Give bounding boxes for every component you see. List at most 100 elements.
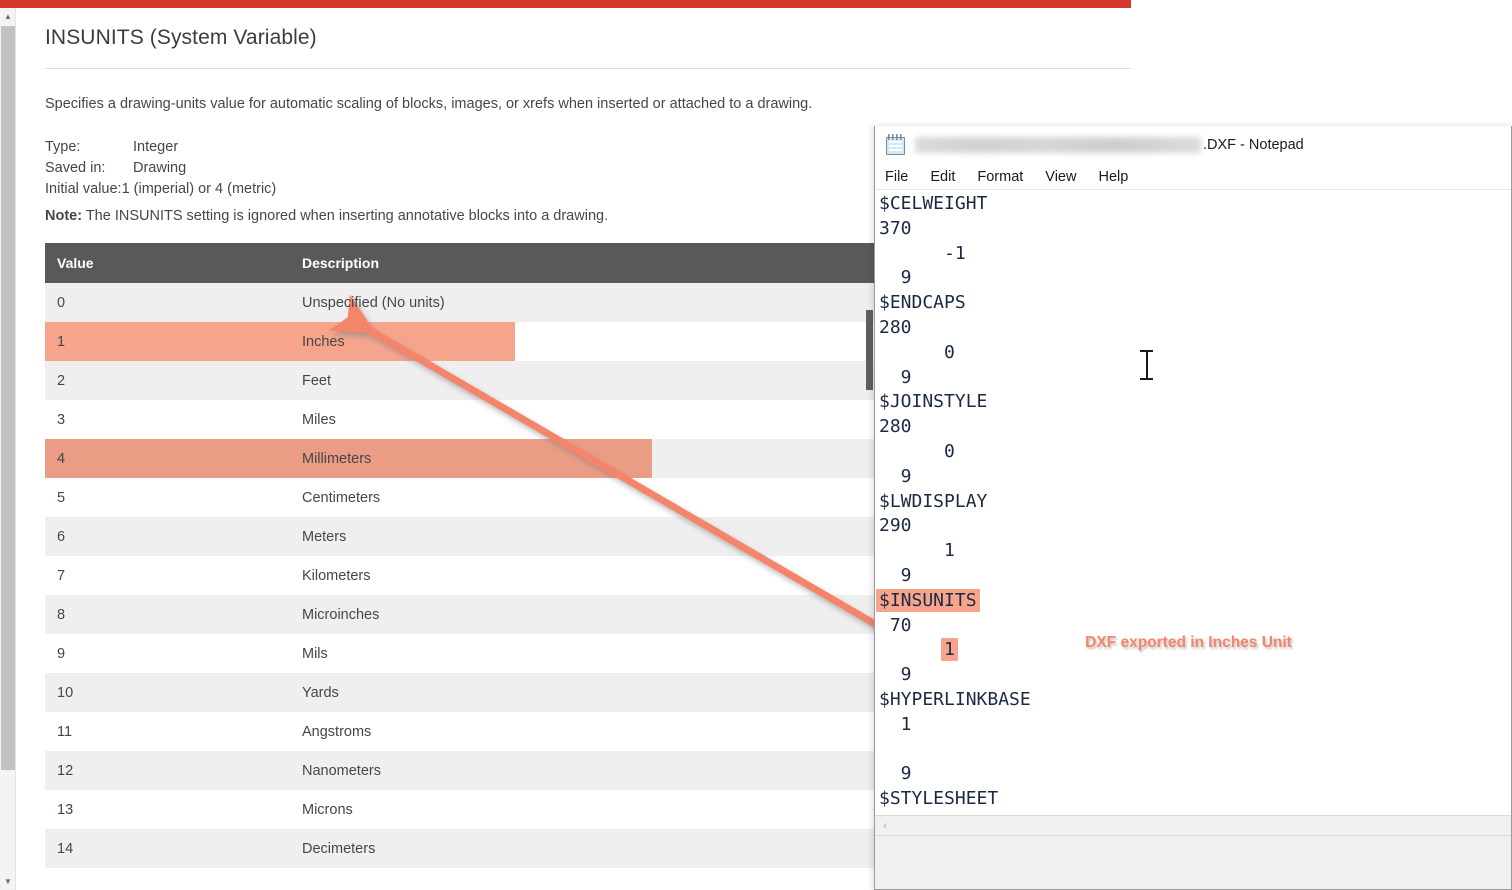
screen: ▲ ▼ INSUNITS (System Variable) Specifies… [0,0,1512,890]
scroll-down-arrow-icon[interactable]: ▼ [0,873,16,890]
notepad-line: 280 [879,316,912,338]
description-text: Nanometers [302,762,381,779]
description-text: Kilometers [302,567,371,584]
menu-item-file[interactable]: File [885,169,908,185]
value-text: 10 [57,684,74,701]
notepad-window[interactable]: .DXF - Notepad File Edit Format View Hel… [874,126,1512,890]
title-divider [45,68,1131,69]
value-text: 8 [57,606,66,623]
intro-paragraph: Specifies a drawing-units value for auto… [45,96,813,112]
row-highlight [45,439,290,479]
page-title: INSUNITS (System Variable) [45,26,317,49]
cell-value: 0 [45,283,290,323]
notepad-line: 9 [879,763,912,785]
description-text: Millimeters [302,450,372,467]
scrollbar-thumb[interactable] [1,26,15,770]
notepad-line: 1 [879,540,955,562]
cell-value: 5 [45,478,290,518]
menu-item-view[interactable]: View [1045,169,1076,185]
brand-bar [0,0,1131,8]
notepad-text-area[interactable]: $CELWEIGHT 370 -1 9 $ENDCAPS 280 0 9 $JOINST… [875,190,1511,815]
background-page-scrollbar-sliver [866,310,873,390]
notepad-line: $HYPERLINKBASE [879,688,1031,710]
highlighted-token: $INSUNITS [876,588,980,612]
cell-value: 10 [45,673,290,713]
cell-value: 14 [45,829,290,869]
text-cursor-icon [1140,350,1153,380]
cell-value: 6 [45,517,290,557]
notepad-line: 370 [879,217,912,239]
description-text: Angstroms [302,723,372,740]
cell-value: 13 [45,790,290,830]
value-text: 9 [57,645,66,662]
menu-item-edit[interactable]: Edit [930,169,955,185]
notepad-horizontal-scrollbar[interactable]: ‹ [875,815,1511,835]
menu-item-help[interactable]: Help [1098,169,1128,185]
value-text: 7 [57,567,66,584]
dxf-unit-annotation: DXF exported in Inches Unit [1085,634,1292,651]
description-text: Centimeters [302,489,381,506]
description-text: Microinches [302,606,380,623]
description-text: Feet [302,372,332,389]
cell-value: 7 [45,556,290,596]
notepad-line: 9 [879,267,912,289]
meta-value-saved-in: Drawing [133,160,187,177]
notepad-line: $CELWEIGHT [879,193,988,214]
notepad-line: $ENDCAPS [879,292,966,314]
cell-value: 4 [45,439,290,479]
notepad-line: -1 [879,242,966,264]
value-text: 12 [57,762,74,779]
notepad-status-bar [875,835,1511,889]
notepad-line: 0 [879,440,955,462]
notepad-title-text: .DXF - Notepad [915,137,1304,153]
highlighted-value: 1 [941,638,958,662]
description-text: Miles [302,411,336,428]
notepad-line: 290 [879,515,912,537]
description-text: Inches [302,333,345,350]
cell-value: 2 [45,361,290,401]
note-text: The INSUNITS setting is ignored when ins… [82,208,609,225]
notepad-line: $STYLESHEET [879,788,999,810]
scroll-left-arrow-icon[interactable]: ‹ [875,816,895,836]
notepad-line: 9 [879,564,912,586]
cell-value: 9 [45,634,290,674]
value-text: 6 [57,528,66,545]
notepad-line: 9 [879,465,912,487]
value-text: 14 [57,840,74,857]
notepad-title-suffix: .DXF - Notepad [1203,137,1304,153]
value-text: 0 [57,294,66,311]
notepad-line: 1 [879,713,912,735]
cell-value: 8 [45,595,290,635]
notepad-menubar[interactable]: File Edit Format View Help [875,164,1511,190]
meta-value-type: Integer [133,139,179,156]
menu-item-format[interactable]: Format [977,169,1023,185]
notepad-line [879,738,1511,763]
notepad-line: $INSUNITS [876,588,1511,614]
meta-key-type: Type: [45,139,81,156]
value-text: 1 [57,333,66,350]
column-header-value: Value [45,243,290,284]
value-text: 2 [57,372,66,389]
cell-value: 11 [45,712,290,752]
value-text: 3 [57,411,66,428]
scroll-up-arrow-icon[interactable]: ▲ [0,8,16,25]
value-text: 4 [57,450,66,467]
notepad-line: 0 [879,341,955,363]
description-text: Unspecified (No units) [302,294,445,311]
value-text: 5 [57,489,66,506]
description-text: Decimeters [302,840,376,857]
value-text: 11 [57,723,73,740]
description-text: Yards [302,684,339,701]
cell-value: 12 [45,751,290,791]
notepad-line: 1 [879,812,1511,815]
note-label: Note: [45,208,83,225]
description-text: Meters [302,528,347,545]
row-highlight [45,322,290,362]
notepad-titlebar[interactable]: .DXF - Notepad [875,126,1511,164]
description-text: Mils [302,645,328,662]
description-text: Microns [302,801,353,818]
page-vertical-scrollbar[interactable]: ▲ ▼ [0,8,16,890]
notepad-line: $LWDISPLAY [879,490,988,512]
notepad-line: 9 [879,664,912,686]
cell-value: 1 [45,322,290,362]
